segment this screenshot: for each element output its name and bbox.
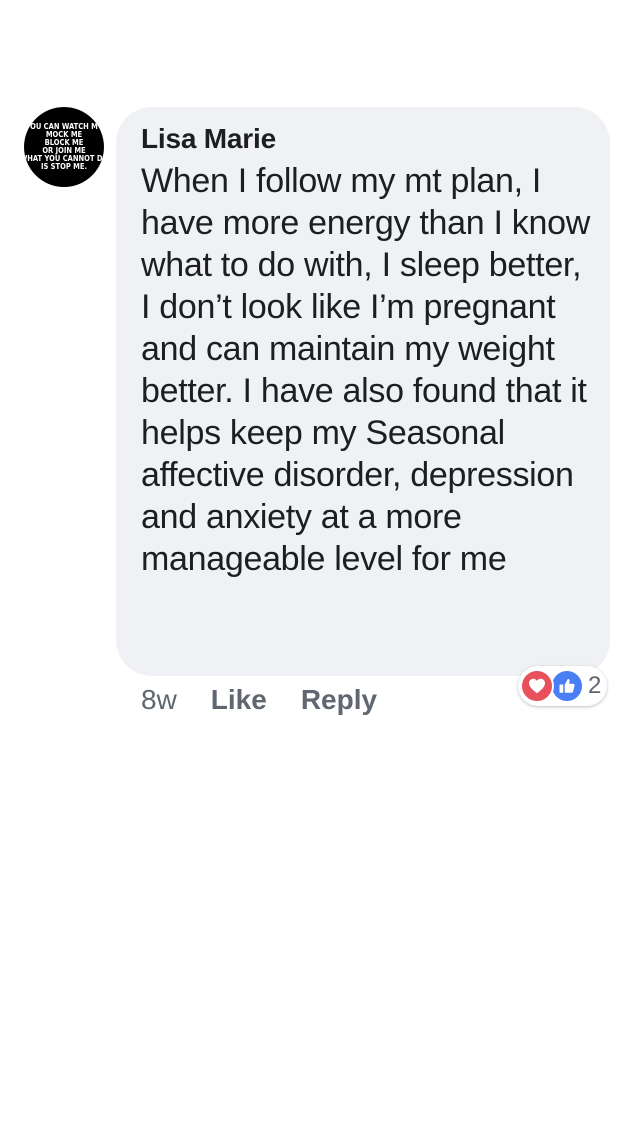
reply-button[interactable]: Reply bbox=[301, 684, 377, 716]
comment-author[interactable]: Lisa Marie bbox=[141, 123, 596, 155]
reaction-count: 2 bbox=[588, 672, 602, 699]
reactions-summary[interactable]: 2 bbox=[518, 666, 608, 706]
like-button[interactable]: Like bbox=[211, 684, 267, 716]
love-icon bbox=[520, 669, 554, 703]
like-icon bbox=[550, 669, 584, 703]
comment-text: When I follow my mt plan, I have more en… bbox=[141, 162, 590, 578]
comment-bubble[interactable]: Lisa Marie When I follow my mt plan, I h… bbox=[116, 107, 610, 676]
avatar-text-line: IS STOP ME. bbox=[40, 162, 88, 171]
avatar[interactable]: OU CAN WATCH M MOCK ME BLOCK ME OR JOIN … bbox=[24, 107, 104, 187]
comment-timestamp[interactable]: 8w bbox=[141, 684, 177, 716]
comment-actions: 8w Like Reply bbox=[141, 682, 411, 718]
